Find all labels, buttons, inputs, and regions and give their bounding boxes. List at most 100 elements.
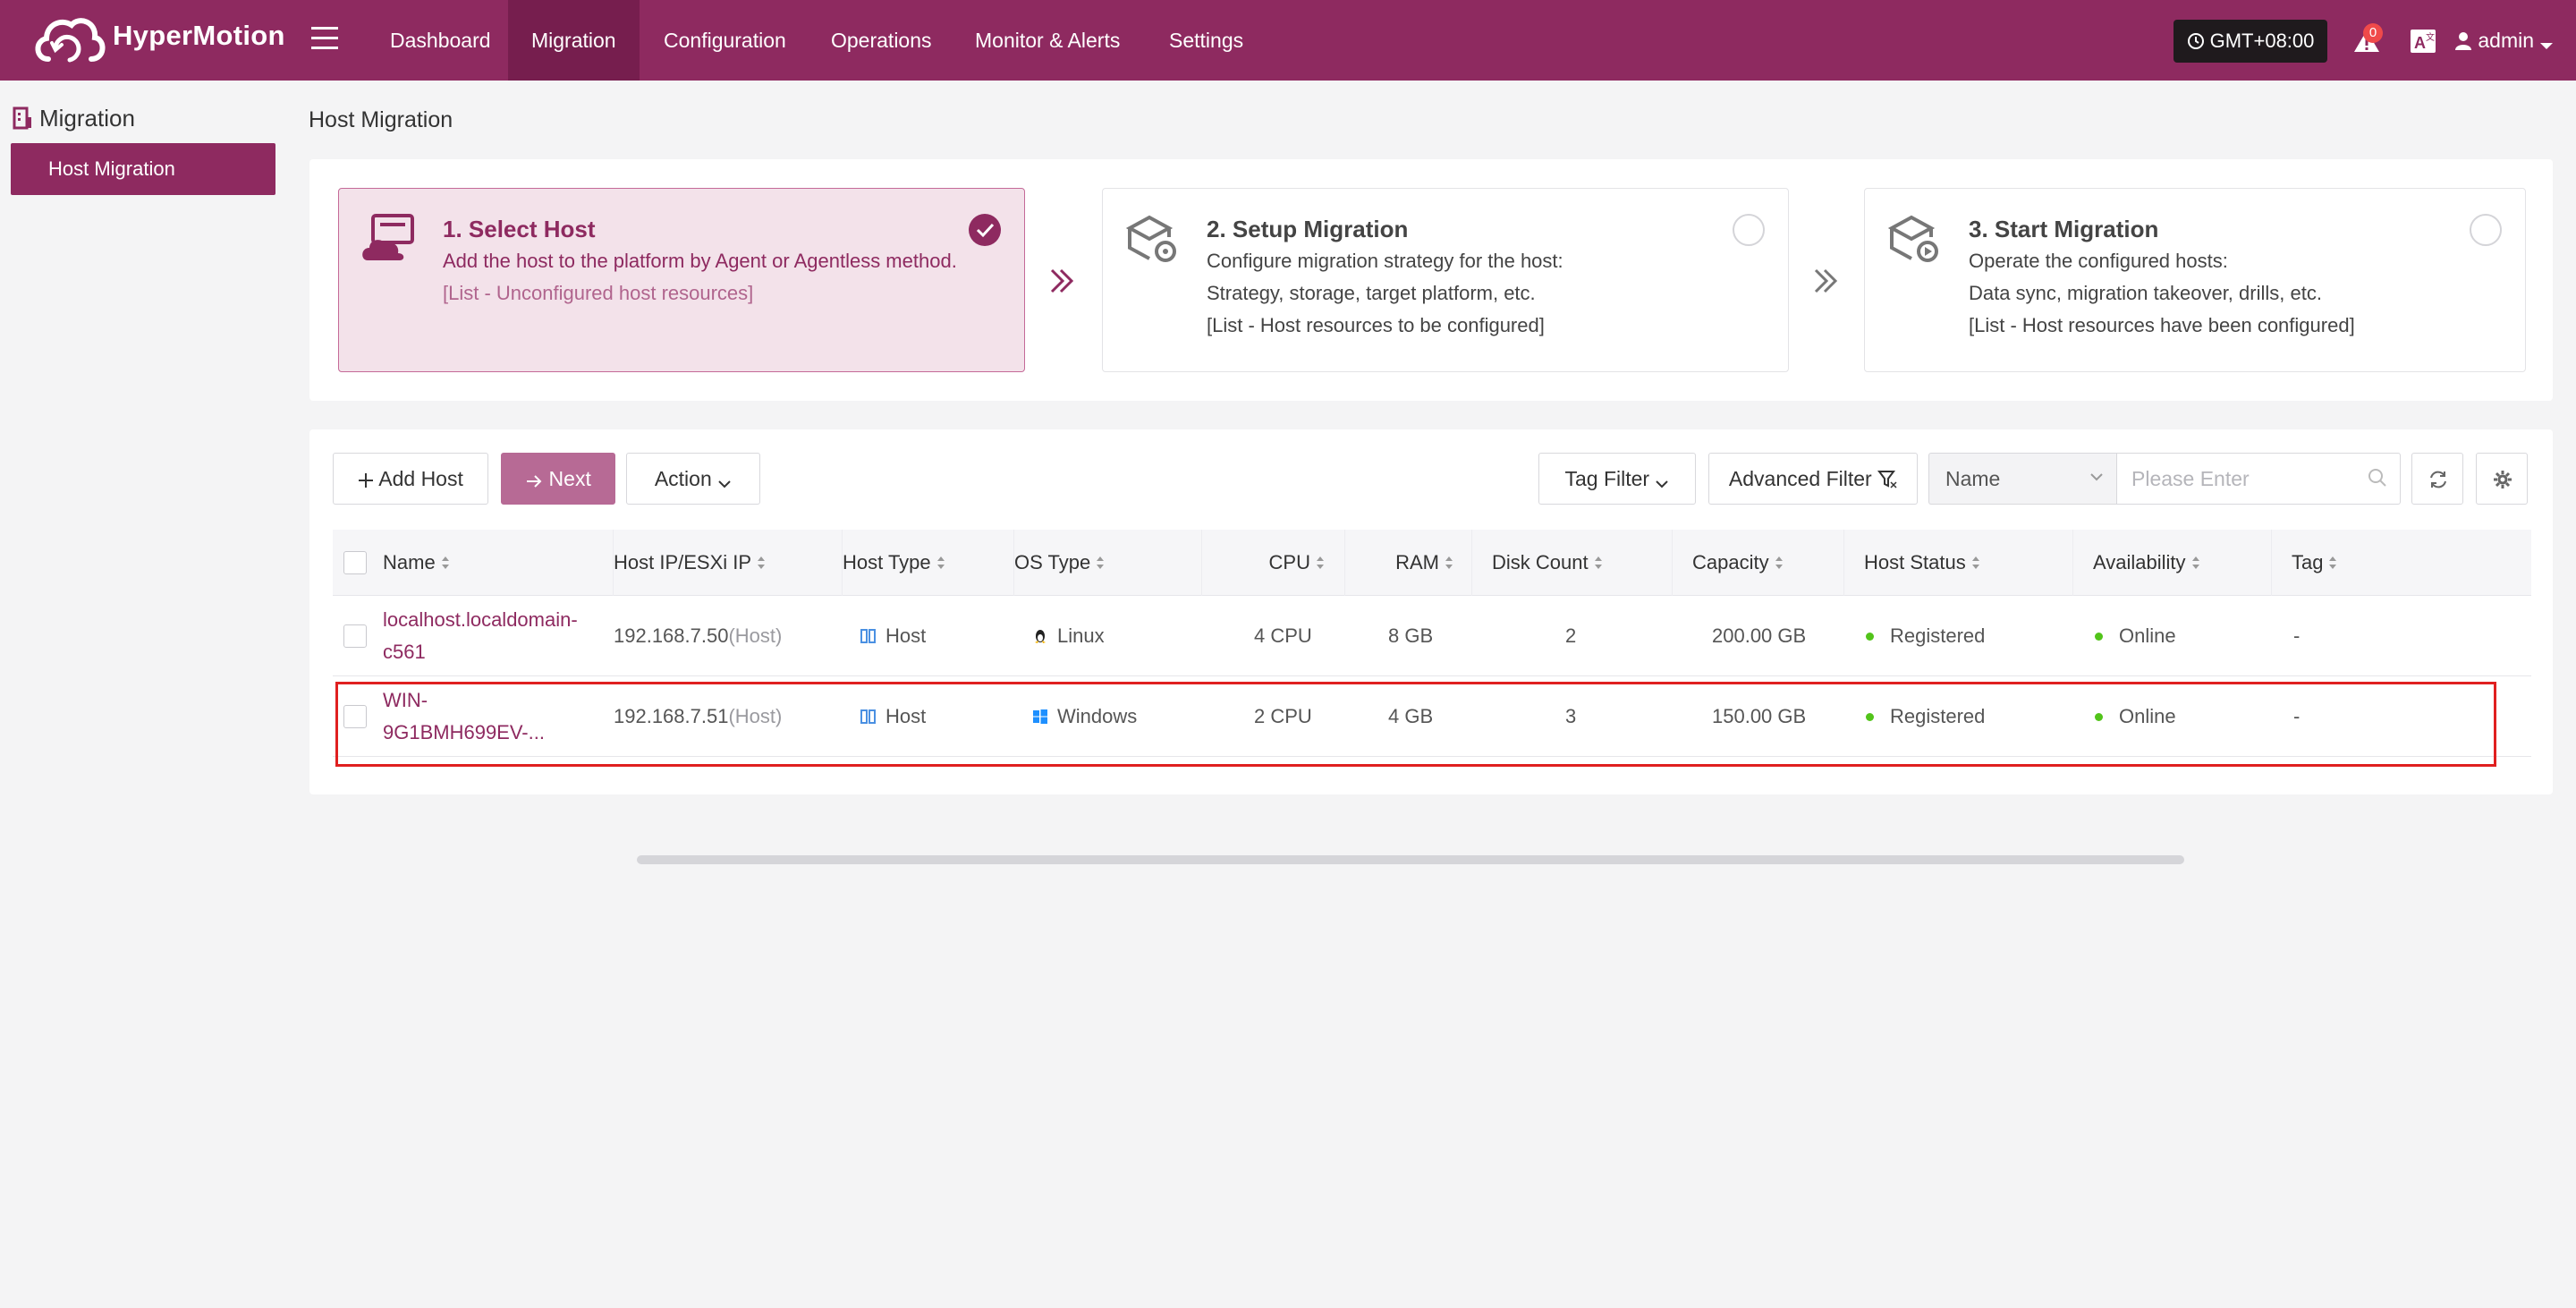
brand-name: HyperMotion — [113, 20, 285, 51]
plus-icon — [359, 473, 374, 488]
row-checkbox[interactable] — [343, 705, 367, 728]
nav-operations[interactable]: Operations — [808, 0, 955, 81]
horizontal-scrollbar[interactable] — [637, 855, 2184, 864]
nav-migration[interactable]: Migration — [508, 0, 640, 81]
step-3-status-radio — [2470, 214, 2502, 246]
sidebar-section-migration[interactable]: Migration — [13, 102, 135, 134]
ram-value: 8 GB — [1388, 624, 1434, 647]
column-header-availability[interactable]: Availability — [2073, 530, 2272, 596]
host-ip: 192.168.7.51 (Host) — [614, 676, 782, 757]
column-label: OS Type — [1014, 551, 1091, 573]
column-label: Tag — [2292, 551, 2324, 573]
caret-down-icon — [2540, 43, 2554, 49]
host-name-link[interactable]: WIN-9G1BMH699EV-... — [383, 676, 553, 757]
refresh-icon — [2430, 471, 2446, 488]
step-2-list-hint: [List - Host resources to be configured] — [1207, 314, 1545, 336]
svg-text:文: 文 — [2426, 31, 2435, 43]
step-2-desc: Configure migration strategy for the hos… — [1207, 250, 1563, 272]
column-label: RAM — [1395, 551, 1439, 573]
nav-settings[interactable]: Settings — [1146, 0, 1267, 81]
host-table-panel: Add Host Next Action Tag Filter Advanced… — [309, 429, 2553, 864]
sort-icon — [1775, 556, 1783, 569]
search-input[interactable] — [2116, 453, 2401, 505]
column-header-host-type[interactable]: Host Type — [843, 530, 1014, 596]
host-ip: 192.168.7.50 (Host) — [614, 596, 782, 676]
step-start-migration[interactable]: 3. Start Migration Operate the configure… — [1864, 188, 2526, 372]
step-3-desc: Operate the configured hosts: — [1969, 250, 2228, 272]
tag-filter-dropdown[interactable]: Tag Filter — [1538, 453, 1696, 505]
filter-icon — [1877, 471, 1897, 488]
add-host-label: Add Host — [378, 467, 463, 490]
ram-value: 4 GB — [1388, 705, 1434, 727]
table-row[interactable]: localhost.localdomain-c561 192.168.7.50(… — [333, 596, 2531, 676]
os-type-label: Linux — [1057, 624, 1105, 647]
table-row[interactable]: WIN-9G1BMH699EV-... 192.168.7.51 (Host) H… — [333, 676, 2531, 757]
language-icon[interactable]: A 文 — [2410, 29, 2436, 54]
sidebar-section-label: Migration — [39, 105, 135, 132]
column-header-os-type[interactable]: OS Type — [1014, 530, 1202, 596]
nav-dashboard[interactable]: Dashboard — [367, 0, 514, 81]
column-header-cpu[interactable]: CPU — [1202, 530, 1345, 596]
step-setup-migration[interactable]: 2. Setup Migration Configure migration s… — [1102, 188, 1789, 372]
column-label: CPU — [1268, 551, 1310, 573]
nav-monitor-alerts[interactable]: Monitor & Alerts — [952, 0, 1143, 81]
sort-icon — [1971, 556, 1979, 569]
chevron-down-icon — [2090, 473, 2103, 481]
availability-label: Online — [2119, 705, 2176, 727]
nav-configuration[interactable]: Configuration — [640, 0, 809, 81]
user-icon — [2455, 32, 2471, 50]
timezone-label: GMT+08:00 — [2209, 30, 2315, 52]
column-header-disk-count[interactable]: Disk Count — [1472, 530, 1673, 596]
table-header: Name Host IP/ESXi IP Host Type OS Type C… — [333, 530, 2531, 596]
host-ip-value: 192.168.7.51 — [614, 705, 729, 727]
column-label: Host Type — [843, 551, 931, 573]
sort-icon — [1445, 556, 1453, 569]
row-checkbox[interactable] — [343, 624, 367, 648]
column-header-tag[interactable]: Tag — [2272, 530, 2531, 596]
column-header-name[interactable]: Name — [383, 530, 614, 596]
scrollbar-thumb[interactable] — [637, 855, 2184, 864]
setup-box-gear-icon — [1125, 215, 1176, 262]
sidebar-item-host-migration[interactable]: Host Migration — [11, 143, 275, 195]
action-dropdown[interactable]: Action — [626, 453, 760, 505]
step-1-desc: Add the host to the platform by Agent or… — [443, 250, 957, 272]
server-icon — [860, 629, 876, 643]
search-field-select[interactable]: Name — [1928, 453, 2116, 505]
next-label: Next — [548, 467, 591, 490]
tag-value: - — [2293, 624, 2301, 647]
column-header-ip[interactable]: Host IP/ESXi IP — [614, 530, 843, 596]
capacity-value: 200.00 GB — [1712, 624, 1807, 647]
sort-icon — [758, 556, 766, 569]
column-header-host-status[interactable]: Host Status — [1844, 530, 2073, 596]
select-all-checkbox[interactable] — [343, 551, 367, 574]
step-2-title: 2. Setup Migration — [1207, 216, 1409, 242]
host-status-label: Registered — [1890, 705, 1986, 727]
next-button[interactable]: Next — [501, 453, 615, 505]
capacity-value: 150.00 GB — [1712, 705, 1807, 727]
disk-count-value: 3 — [1565, 705, 1577, 727]
host-ip-suffix: (Host) — [728, 624, 783, 647]
action-label: Action — [654, 467, 712, 490]
step-select-host[interactable]: 1. Select Host Add the host to the platf… — [338, 188, 1025, 372]
search-icon[interactable] — [2367, 467, 2388, 488]
gear-icon — [2494, 471, 2512, 488]
advanced-filter-button[interactable]: Advanced Filter — [1708, 453, 1918, 505]
user-menu[interactable]: admin — [2454, 25, 2554, 55]
availability-label: Online — [2119, 624, 2176, 647]
search-field-label: Name — [1945, 467, 2001, 490]
tag-value: - — [2293, 705, 2301, 727]
host-name-link[interactable]: localhost.localdomain-c561 — [383, 596, 578, 676]
step-1-list-hint: [List - Unconfigured host resources] — [443, 282, 754, 304]
column-header-capacity[interactable]: Capacity — [1673, 530, 1844, 596]
add-host-button[interactable]: Add Host — [333, 453, 488, 505]
os-type: Linux — [1032, 596, 1105, 676]
menu-toggle-icon[interactable] — [311, 20, 338, 59]
refresh-button[interactable] — [2411, 453, 2463, 505]
linux-icon — [1035, 630, 1046, 643]
cloud-host-icon — [362, 214, 414, 260]
availability: Online — [2095, 676, 2176, 757]
settings-button[interactable] — [2476, 453, 2528, 505]
column-header-ram[interactable]: RAM — [1345, 530, 1472, 596]
timezone-button[interactable]: GMT+08:00 — [2174, 20, 2327, 63]
host-ip-value: 192.168.7.50 — [614, 624, 729, 647]
